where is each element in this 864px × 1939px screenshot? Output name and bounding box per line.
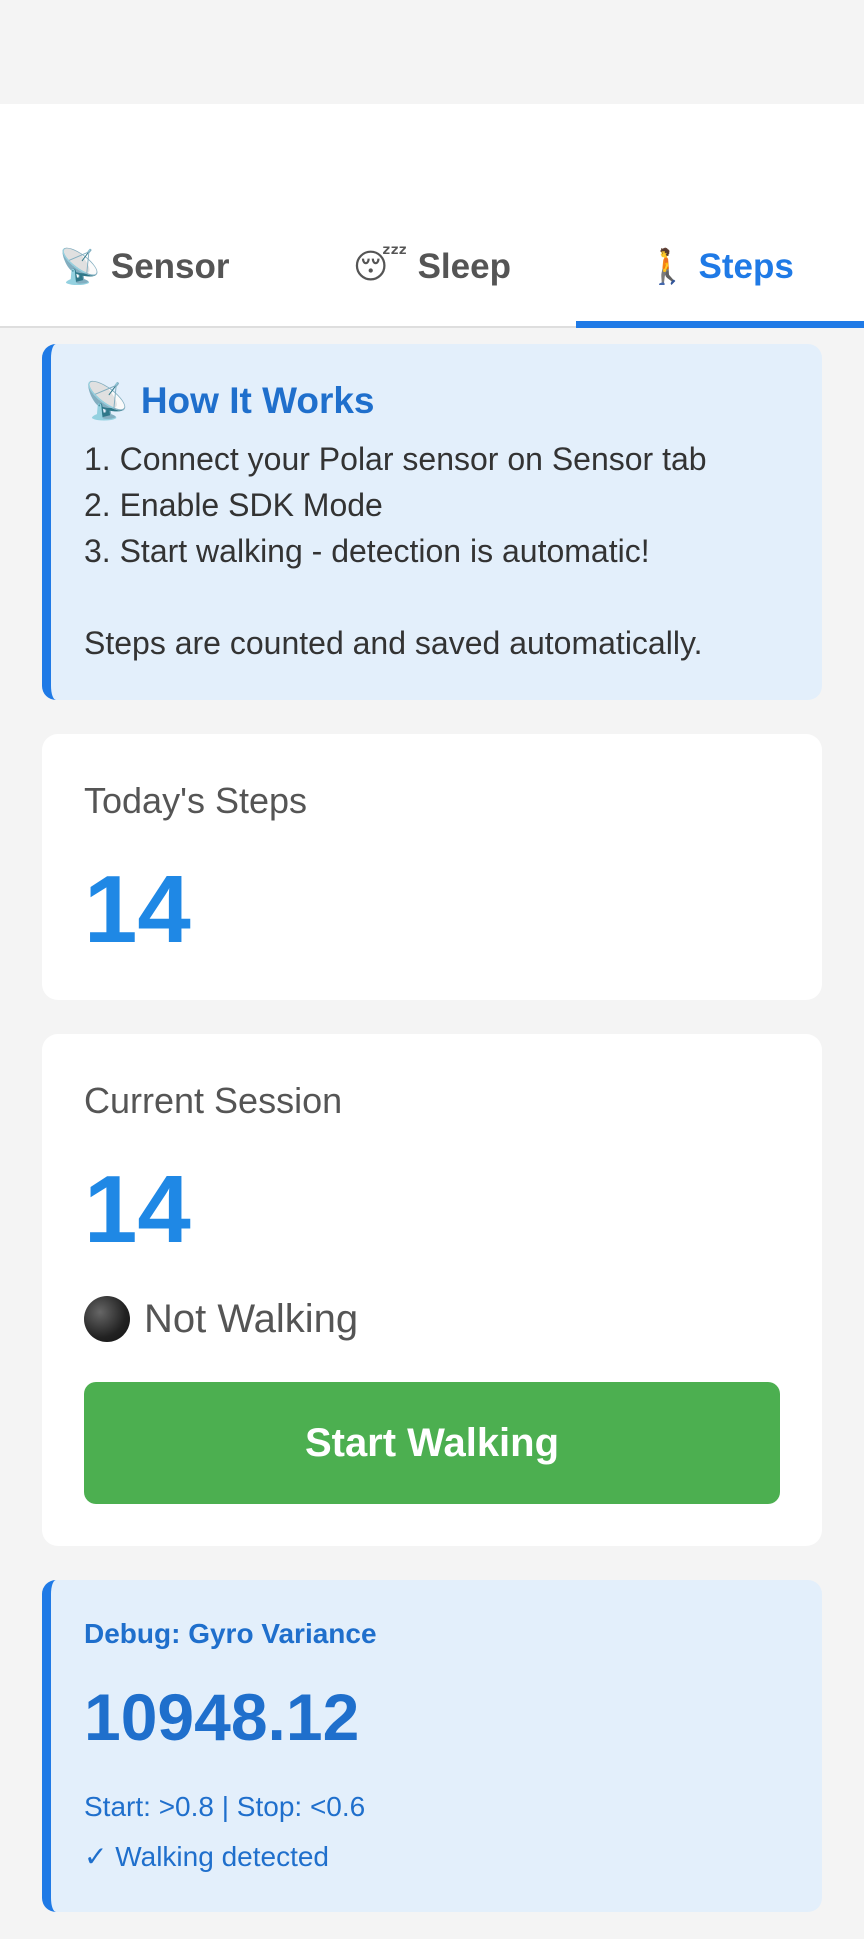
sleeping-face-icon: 😴 (353, 247, 408, 287)
status-area (0, 0, 864, 104)
todays-steps-count: 14 (84, 856, 191, 963)
current-session-label: Current Session (84, 1080, 343, 1121)
threshold-info: Start: >0.8 | Stop: <0.6 (84, 1791, 366, 1822)
start-walking-button[interactable]: Start Walking (84, 1382, 780, 1504)
walking-status: Not Walking (84, 1296, 780, 1342)
walking-person-icon: 🚶 (646, 247, 689, 287)
current-session-count: 14 (84, 1156, 191, 1263)
tab-steps[interactable]: 🚶 Steps (576, 208, 864, 328)
todays-steps-card: Today's Steps 14 (42, 734, 822, 1000)
debug-title: Debug: Gyro Variance (84, 1618, 377, 1649)
instruction-step-2: 2. Enable SDK Mode (84, 487, 383, 523)
instruction-step-1: 1. Connect your Polar sensor on Sensor t… (84, 441, 707, 477)
current-session-card: Current Session 14 Not Walking Start Wal… (42, 1034, 822, 1546)
walking-status-text: Not Walking (144, 1296, 359, 1341)
app-header (0, 104, 864, 208)
auto-save-note: Steps are counted and saved automaticall… (84, 625, 703, 661)
how-it-works-title: 📡 How It Works (84, 380, 782, 422)
steps-content: 📡 How It Works 1. Connect your Polar sen… (0, 328, 864, 1912)
black-circle-icon (84, 1296, 130, 1342)
satellite-dish-icon: 📡 (58, 247, 101, 287)
gyro-variance-value: 10948.12 (84, 1680, 360, 1754)
tab-steps-label: Steps (698, 247, 794, 286)
todays-steps-label: Today's Steps (84, 780, 307, 821)
tab-bar: 📡 Sensor 😴 Sleep 🚶 Steps (0, 208, 864, 328)
tab-sleep[interactable]: 😴 Sleep (288, 208, 576, 326)
how-it-works-title-text: How It Works (140, 380, 375, 421)
how-it-works-card: 📡 How It Works 1. Connect your Polar sen… (42, 344, 822, 700)
debug-gyro-card: Debug: Gyro Variance 10948.12 Start: >0.… (42, 1580, 822, 1912)
walking-detected-status: ✓ Walking detected (84, 1841, 329, 1872)
tab-sensor[interactable]: 📡 Sensor (0, 208, 288, 326)
tab-sensor-label: Sensor (110, 247, 230, 286)
satellite-dish-icon: 📡 (84, 381, 129, 422)
tab-sleep-label: Sleep (417, 247, 511, 286)
instruction-step-3: 3. Start walking - detection is automati… (84, 533, 650, 569)
